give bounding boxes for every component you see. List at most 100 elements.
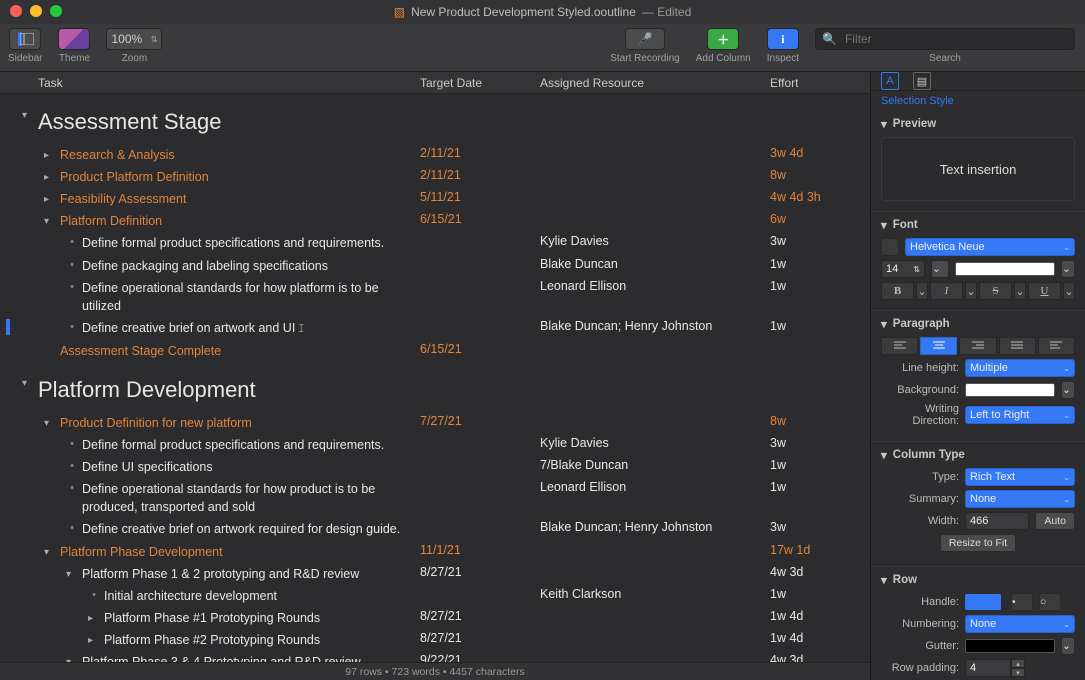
numbering-select[interactable]: None⌄: [965, 615, 1075, 633]
disclosure-down-icon[interactable]: ▾: [881, 448, 887, 462]
column-target-date[interactable]: Target Date: [420, 76, 540, 90]
inspector-tab-style[interactable]: A: [881, 72, 899, 90]
font-style-menu[interactable]: ⌄: [931, 260, 949, 278]
align-left-button[interactable]: [881, 337, 918, 355]
line-height-select[interactable]: Multiple⌄: [965, 359, 1075, 377]
outline-row[interactable]: •Initial architecture developmentKeith C…: [0, 585, 870, 607]
underline-button[interactable]: U: [1028, 282, 1061, 300]
disclosure-down-icon[interactable]: ▾: [881, 218, 887, 232]
outline-row[interactable]: •Define operational standards for how pr…: [0, 478, 870, 518]
close-icon[interactable]: [10, 5, 22, 17]
disclosure-right-icon[interactable]: ▸: [88, 612, 100, 627]
numbering-value: None: [970, 618, 996, 630]
outline-rows[interactable]: ▾Assessment Stage ▸Research & Analysis2/1…: [0, 94, 870, 662]
bold-button[interactable]: B: [881, 282, 914, 300]
outline-row[interactable]: ▸Platform Phase #1 Prototyping Rounds8/2…: [0, 607, 870, 629]
background-menu[interactable]: ⌄: [1061, 381, 1075, 399]
gutter-menu[interactable]: ⌄: [1061, 637, 1075, 655]
inspect-button[interactable]: i: [767, 28, 799, 50]
italic-button[interactable]: I: [930, 282, 963, 300]
disclosure-down-icon[interactable]: ▾: [66, 568, 78, 583]
align-right-button[interactable]: [959, 337, 996, 355]
search-icon: 🔍: [822, 32, 837, 46]
stepper-down-icon[interactable]: ▾: [1011, 668, 1025, 677]
outline-row[interactable]: ▾Product Definition for new platform7/27…: [0, 412, 870, 434]
disclosure-down-icon[interactable]: ▾: [22, 109, 34, 124]
disclosure-down-icon[interactable]: ▾: [881, 117, 887, 131]
theme-button[interactable]: [58, 28, 90, 50]
disclosure-right-icon[interactable]: ▸: [88, 634, 100, 649]
outline-row[interactable]: ▸Research & Analysis2/11/213w 4d: [0, 144, 870, 166]
column-task[interactable]: Task: [0, 76, 420, 90]
align-center-button[interactable]: [920, 337, 957, 355]
strike-button[interactable]: S: [979, 282, 1012, 300]
inspector-tab-document[interactable]: ▤: [913, 72, 931, 90]
search-field[interactable]: 🔍: [815, 28, 1075, 50]
font-size-select[interactable]: 14⇅: [881, 260, 925, 278]
strike-menu[interactable]: ⌄: [1014, 282, 1026, 300]
font-weight-menu[interactable]: ⌄: [1061, 260, 1075, 278]
outline-view: Task Target Date Assigned Resource Effor…: [0, 72, 870, 680]
disclosure-down-icon[interactable]: ▾: [44, 546, 56, 561]
stepper-up-icon[interactable]: ▴: [1011, 659, 1025, 668]
bold-menu[interactable]: ⌄: [916, 282, 928, 300]
font-weight-swatch[interactable]: [955, 262, 1055, 276]
outline-row[interactable]: •Define formal product specifications an…: [0, 434, 870, 456]
width-input[interactable]: 466: [965, 512, 1029, 530]
disclosure-right-icon[interactable]: ▸: [44, 149, 56, 164]
disclosure-down-icon[interactable]: ▾: [881, 573, 887, 587]
search-input[interactable]: [843, 31, 1068, 47]
search-label: Search: [929, 53, 961, 64]
disclosure-down-icon[interactable]: ▾: [881, 317, 887, 331]
resize-to-fit-button[interactable]: Resize to Fit: [940, 534, 1016, 552]
target-date: 8/27/21: [420, 631, 540, 645]
column-assigned-resource[interactable]: Assigned Resource: [540, 76, 770, 90]
italic-menu[interactable]: ⌄: [965, 282, 977, 300]
outline-row[interactable]: •Define packaging and labeling specifica…: [0, 255, 870, 277]
outline-row[interactable]: •Define creative brief on artwork and UI…: [0, 317, 870, 340]
handle-option-a[interactable]: •: [1011, 593, 1033, 611]
font-color-swatch[interactable]: [881, 238, 899, 256]
zoom-select[interactable]: 100% ⇅: [106, 28, 162, 50]
outline-row[interactable]: •Define UI specifications7/Blake Duncan1…: [0, 456, 870, 478]
summary-select[interactable]: None⌄: [965, 490, 1075, 508]
outline-row[interactable]: •Define formal product specifications an…: [0, 232, 870, 254]
disclosure-down-icon[interactable]: ▾: [22, 377, 34, 392]
disclosure-down-icon[interactable]: ▾: [44, 215, 56, 230]
column-effort[interactable]: Effort: [770, 76, 850, 90]
align-justify-button[interactable]: [999, 337, 1036, 355]
outline-row[interactable]: ▾Platform Development: [0, 372, 870, 408]
outline-row[interactable]: ▾Platform Phase Development11/1/2117w 1d: [0, 541, 870, 563]
outline-row[interactable]: ▸Product Platform Definition2/11/218w: [0, 166, 870, 188]
disclosure-down-icon[interactable]: ▾: [44, 417, 56, 432]
row-padding-input[interactable]: [965, 659, 1011, 677]
outline-row[interactable]: ▾Platform Definition6/15/216w: [0, 210, 870, 232]
outline-row[interactable]: Assessment Stage Complete6/15/21: [0, 340, 870, 362]
selection-style-link[interactable]: Selection Style: [871, 91, 1085, 111]
outline-row[interactable]: •Define creative brief on artwork requir…: [0, 518, 870, 540]
add-column-button[interactable]: ＋: [707, 28, 739, 50]
disclosure-right-icon[interactable]: ▸: [44, 193, 56, 208]
outline-row[interactable]: ▸Platform Phase #2 Prototyping Rounds8/2…: [0, 629, 870, 651]
font-family-select[interactable]: Helvetica Neue⌄: [905, 238, 1075, 256]
outline-row[interactable]: ▸Feasibility Assessment5/11/214w 4d 3h: [0, 188, 870, 210]
writing-direction-select[interactable]: Left to Right⌄: [965, 406, 1075, 424]
outline-row[interactable]: ▾Platform Phase 1 & 2 prototyping and R&…: [0, 563, 870, 585]
outline-row[interactable]: •Define operational standards for how pl…: [0, 277, 870, 317]
background-swatch[interactable]: [965, 383, 1055, 397]
maximize-icon[interactable]: [50, 5, 62, 17]
handle-swatch[interactable]: [965, 594, 1001, 610]
width-auto-button[interactable]: Auto: [1035, 512, 1075, 530]
align-natural-button[interactable]: [1038, 337, 1075, 355]
minimize-icon[interactable]: [30, 5, 42, 17]
type-select[interactable]: Rich Text⌄: [965, 468, 1075, 486]
outline-row[interactable]: ▾Assessment Stage: [0, 104, 870, 140]
gutter-swatch[interactable]: [965, 639, 1055, 653]
row-padding-stepper[interactable]: ▴▾: [965, 659, 1025, 677]
handle-option-b[interactable]: ○: [1039, 593, 1061, 611]
disclosure-right-icon[interactable]: ▸: [44, 171, 56, 186]
outline-row[interactable]: ▾Platform Phase 3 & 4 Prototyping and R&…: [0, 651, 870, 662]
underline-menu[interactable]: ⌄: [1063, 282, 1075, 300]
sidebar-button[interactable]: [9, 28, 41, 50]
start-recording-button[interactable]: 🎤: [625, 28, 665, 50]
